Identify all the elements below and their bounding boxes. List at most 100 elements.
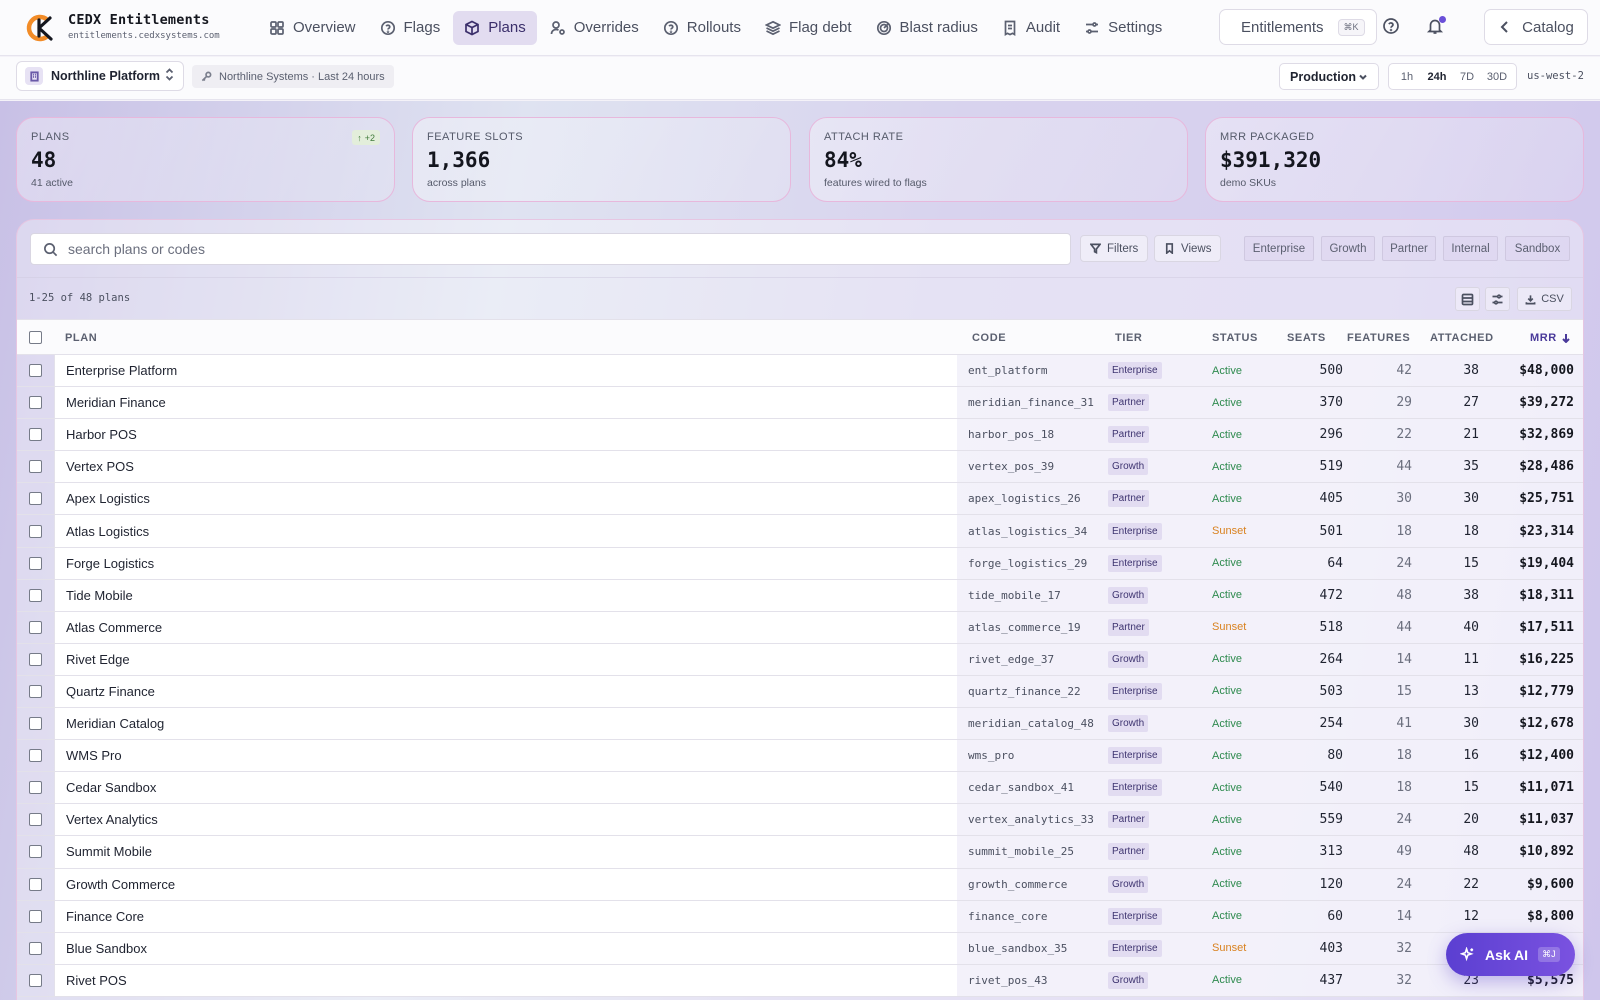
- row-checkbox[interactable]: [29, 941, 42, 955]
- row-checkbox[interactable]: [29, 813, 42, 827]
- plan-name[interactable]: Atlas Logistics: [54, 515, 957, 547]
- views-button[interactable]: Views: [1154, 235, 1222, 262]
- header-features[interactable]: Features: [1347, 332, 1410, 344]
- row-checkbox[interactable]: [29, 556, 42, 570]
- tier-chip-growth[interactable]: Growth: [1321, 236, 1375, 261]
- row-checkbox[interactable]: [29, 396, 42, 410]
- table-row[interactable]: Meridian Finance meridian_finance_31 Partn…: [17, 387, 1583, 420]
- row-checkbox[interactable]: [29, 588, 42, 602]
- table-row[interactable]: Enterprise Platform ent_platform Enterpris…: [17, 355, 1583, 388]
- columns-button[interactable]: [1485, 287, 1510, 311]
- row-checkbox[interactable]: [29, 460, 42, 474]
- plan-name[interactable]: Finance Core: [54, 900, 957, 932]
- row-checkbox[interactable]: [29, 620, 42, 634]
- brand[interactable]: CEDX Entitlements entitlements.cedxsyste…: [26, 12, 258, 44]
- header-tier[interactable]: Tier: [1115, 332, 1142, 344]
- table-row[interactable]: Atlas Logistics atlas_logistics_34 Enterpr…: [17, 515, 1583, 548]
- range-30d[interactable]: 30D: [1482, 67, 1512, 87]
- plan-name[interactable]: Blue Sandbox: [54, 932, 957, 964]
- tier-chip-internal[interactable]: Internal: [1443, 236, 1498, 261]
- range-1h[interactable]: 1h: [1392, 67, 1422, 87]
- plan-name[interactable]: Atlas Commerce: [54, 611, 957, 643]
- plan-name[interactable]: Summit Mobile: [54, 836, 957, 868]
- header-status[interactable]: Status: [1212, 332, 1258, 344]
- row-checkbox[interactable]: [29, 524, 42, 538]
- help-button[interactable]: [1382, 17, 1402, 37]
- tab-overview[interactable]: Overview: [258, 11, 367, 45]
- table-row[interactable]: Rivet Edge rivet_edge_37 Growth Active 264 14…: [17, 643, 1583, 676]
- table-row[interactable]: Summit Mobile summit_mobile_25 Partner Acti…: [17, 836, 1583, 869]
- row-checkbox[interactable]: [29, 973, 42, 987]
- tab-flag-debt[interactable]: Flag debt: [754, 11, 863, 45]
- tab-audit[interactable]: Audit: [991, 11, 1071, 45]
- row-checkbox[interactable]: [29, 364, 42, 378]
- table-row[interactable]: Vertex POS vertex_pos_39 Growth Active 519 44…: [17, 451, 1583, 484]
- table-row[interactable]: WMS Pro wms_pro Enterprise Active 80 18 16 $12,…: [17, 740, 1583, 773]
- row-checkbox[interactable]: [29, 428, 42, 442]
- tab-blast-radius[interactable]: Blast radius: [865, 11, 989, 45]
- plan-name[interactable]: Forge Logistics: [54, 547, 957, 579]
- tier-chip-enterprise[interactable]: Enterprise: [1244, 236, 1314, 261]
- table-row[interactable]: Finance Core finance_core Enterprise Active…: [17, 900, 1583, 933]
- plan-name[interactable]: Rivet Edge: [54, 643, 957, 675]
- workspace-switcher[interactable]: Northline Platform: [16, 61, 184, 91]
- plan-name[interactable]: Harbor POS: [54, 419, 957, 451]
- notifications-button[interactable]: [1426, 16, 1446, 37]
- row-checkbox[interactable]: [29, 749, 42, 763]
- table-row[interactable]: Vertex Analytics vertex_analytics_33 Partn…: [17, 804, 1583, 837]
- header-attached[interactable]: Attached: [1430, 332, 1494, 344]
- row-checkbox[interactable]: [29, 877, 42, 891]
- global-search[interactable]: Entitlements ⌘K: [1219, 9, 1377, 45]
- table-row[interactable]: Blue Sandbox blue_sandbox_35 Enterprise Sun…: [17, 932, 1583, 965]
- table-row[interactable]: Cedar Sandbox cedar_sandbox_41 Enterprise A…: [17, 772, 1583, 805]
- table-row[interactable]: Quartz Finance quartz_finance_22 Enterpris…: [17, 675, 1583, 709]
- range-7d[interactable]: 7D: [1452, 67, 1482, 87]
- header-plan[interactable]: Plan: [65, 332, 97, 344]
- row-checkbox[interactable]: [29, 781, 42, 795]
- table-row[interactable]: Forge Logistics forge_logistics_29 Enterpr…: [17, 547, 1583, 580]
- tier-chip-sandbox[interactable]: Sandbox: [1505, 236, 1570, 261]
- plan-name[interactable]: Vertex Analytics: [54, 804, 957, 836]
- row-checkbox[interactable]: [29, 909, 42, 923]
- select-all-checkbox[interactable]: [29, 331, 42, 344]
- table-row[interactable]: Growth Commerce growth_commerce Growth Acti…: [17, 868, 1583, 901]
- table-row[interactable]: Harbor POS harbor_pos_18 Partner Active 296 2…: [17, 419, 1583, 452]
- row-checkbox[interactable]: [29, 717, 42, 731]
- csv-export-button[interactable]: CSV: [1517, 287, 1572, 311]
- table-row[interactable]: Apex Logistics apex_logistics_26 Partner Ac…: [17, 483, 1583, 516]
- plan-name[interactable]: Meridian Catalog: [54, 708, 957, 740]
- row-checkbox[interactable]: [29, 845, 42, 859]
- row-checkbox[interactable]: [29, 492, 42, 506]
- catalog-button[interactable]: Catalog: [1484, 9, 1588, 45]
- tab-overrides[interactable]: Overrides: [539, 11, 650, 45]
- row-checkbox[interactable]: [29, 684, 42, 698]
- tab-settings[interactable]: Settings: [1073, 11, 1173, 45]
- row-checkbox[interactable]: [29, 652, 42, 666]
- density-button[interactable]: [1455, 287, 1480, 311]
- table-row[interactable]: Meridian Catalog meridian_catalog_48 Growt…: [17, 708, 1583, 741]
- filters-button[interactable]: Filters: [1080, 235, 1149, 262]
- tab-plans[interactable]: Plans: [453, 10, 537, 45]
- environment-select[interactable]: Production: [1279, 63, 1379, 90]
- table-row[interactable]: Tide Mobile tide_mobile_17 Growth Active 472…: [17, 579, 1583, 612]
- tab-rollouts[interactable]: Rollouts: [652, 11, 752, 45]
- plan-search-input[interactable]: search plans or codes: [30, 233, 1071, 265]
- plan-name[interactable]: Quartz Finance: [54, 675, 957, 708]
- plan-name[interactable]: Rivet POS: [54, 964, 957, 996]
- plan-name[interactable]: Meridian Finance: [54, 387, 957, 419]
- tier-chip-partner[interactable]: Partner: [1382, 236, 1436, 261]
- tab-flags[interactable]: Flags: [369, 11, 452, 45]
- ask-ai-button[interactable]: Ask AI ⌘J: [1446, 933, 1575, 976]
- plan-name[interactable]: Tide Mobile: [54, 579, 957, 611]
- table-row[interactable]: Atlas Commerce atlas_commerce_19 Partner Su…: [17, 611, 1583, 644]
- plan-name[interactable]: Enterprise Platform: [54, 355, 957, 387]
- plan-name[interactable]: Cedar Sandbox: [54, 772, 957, 804]
- plan-name[interactable]: WMS Pro: [54, 740, 957, 772]
- range-24h[interactable]: 24h: [1422, 67, 1452, 87]
- plan-name[interactable]: Apex Logistics: [54, 483, 957, 515]
- header-seats[interactable]: Seats: [1287, 332, 1326, 344]
- table-row[interactable]: Rivet POS rivet_pos_43 Growth Active 437 32 23…: [17, 964, 1583, 997]
- header-mrr[interactable]: MRR: [1530, 332, 1571, 344]
- plan-name[interactable]: Vertex POS: [54, 451, 957, 483]
- plan-name[interactable]: Growth Commerce: [54, 868, 957, 900]
